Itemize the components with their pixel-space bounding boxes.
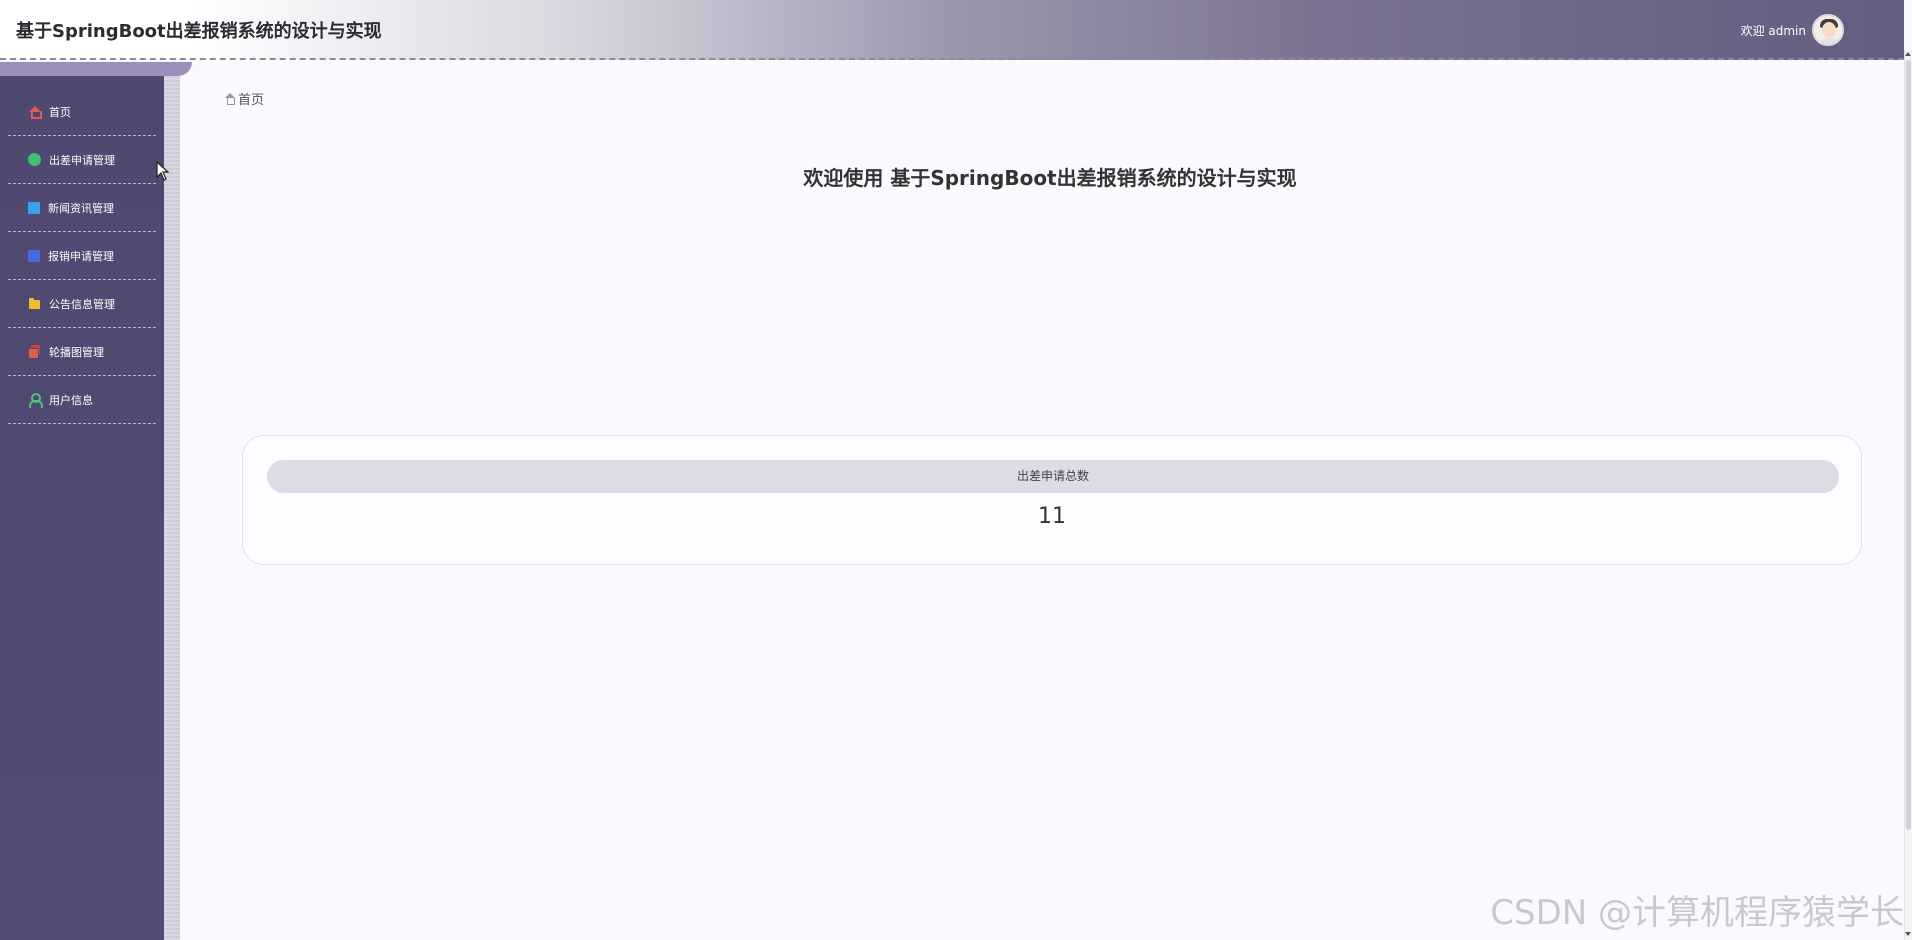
folder-icon (28, 297, 41, 310)
sidebar-item-user-info[interactable]: 用户信息 (8, 376, 156, 424)
avatar[interactable] (1812, 14, 1844, 46)
sidebar-divider-strip (164, 76, 180, 940)
sidebar-item-label: 新闻资讯管理 (48, 201, 114, 215)
sidebar-item-label: 用户信息 (49, 393, 93, 407)
sidebar-item-carousel[interactable]: 轮播图管理 (8, 328, 156, 376)
app-title: 基于SpringBoot出差报销系统的设计与实现 (16, 21, 382, 42)
user-area[interactable]: 欢迎 admin (1741, 14, 1844, 46)
scrollbar-thumb[interactable] (1906, 60, 1911, 830)
stat-card-label: 出差申请总数 (267, 460, 1839, 493)
watermark: CSDN @计算机程序猿学长 (1490, 893, 1904, 933)
sidebar-item-reimbursement[interactable]: 报销申请管理 (8, 232, 156, 280)
circle-icon (28, 153, 41, 166)
sidebar-menu: 首页 出差申请管理 新闻资讯管理 报销申请管理 公告信息管理 轮播图管理 用户信… (0, 76, 164, 424)
avatar-shirt (1817, 38, 1841, 44)
stat-card-value: 11 (1038, 504, 1066, 529)
sidebar-item-travel-application[interactable]: 出差申请管理 (8, 136, 156, 184)
breadcrumb-home[interactable]: 首页 (238, 89, 264, 108)
header-tab-decoration (0, 62, 192, 76)
sidebar-item-news[interactable]: 新闻资讯管理 (8, 184, 156, 232)
top-header: 基于SpringBoot出差报销系统的设计与实现 欢迎 admin (0, 0, 1904, 60)
stat-card: 出差申请总数 11 (242, 435, 1862, 565)
welcome-user-text: 欢迎 admin (1740, 23, 1806, 38)
welcome-title: 欢迎使用 基于SpringBoot出差报销系统的设计与实现 (803, 166, 1297, 190)
gallery-icon (28, 345, 41, 359)
sidebar-item-label: 首页 (49, 105, 71, 119)
scroll-up-icon[interactable] (1905, 52, 1911, 56)
home-icon (28, 105, 42, 119)
sidebar: 首页 出差申请管理 新闻资讯管理 报销申请管理 公告信息管理 轮播图管理 用户信… (0, 76, 164, 940)
avatar-face (1822, 22, 1836, 38)
sidebar-item-label: 出差申请管理 (49, 153, 115, 167)
square-icon (28, 249, 40, 262)
square-icon (28, 201, 40, 214)
user-icon (28, 393, 43, 408)
sidebar-item-label: 报销申请管理 (48, 249, 114, 263)
home-icon (224, 92, 236, 105)
sidebar-item-announcements[interactable]: 公告信息管理 (8, 280, 156, 328)
sidebar-item-label: 轮播图管理 (49, 345, 104, 359)
breadcrumb[interactable]: 首页 (224, 89, 264, 108)
sidebar-item-label: 公告信息管理 (49, 297, 115, 311)
scroll-down-icon[interactable] (1905, 932, 1911, 936)
sidebar-item-home[interactable]: 首页 (8, 88, 156, 136)
